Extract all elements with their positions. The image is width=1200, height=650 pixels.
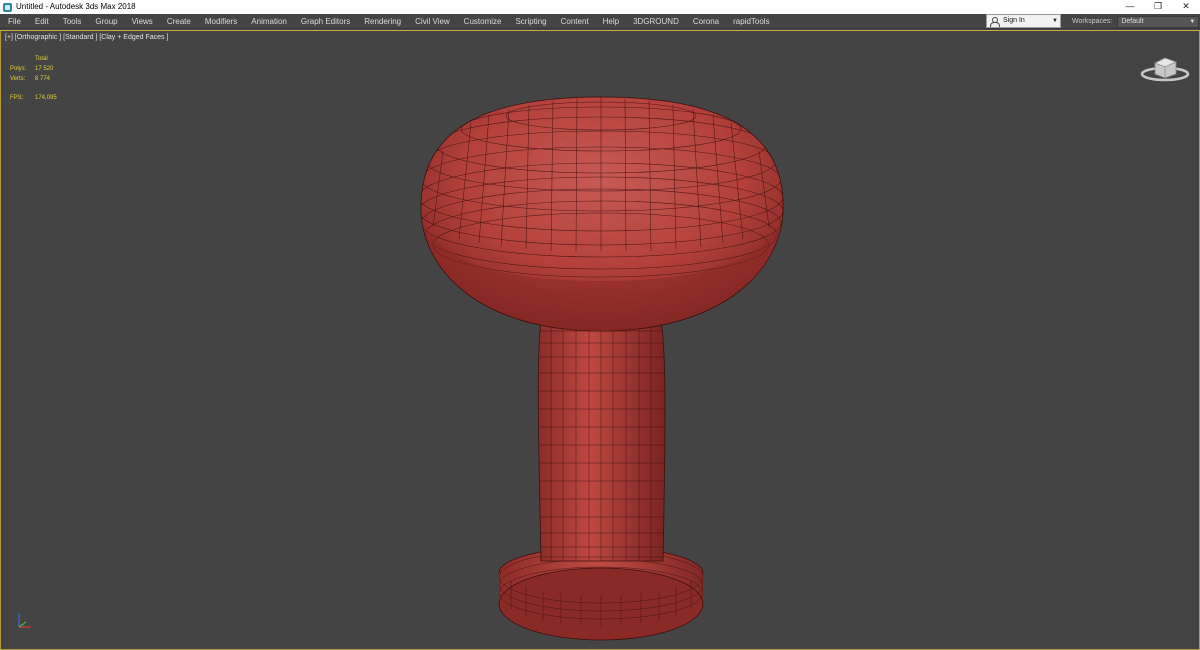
chevron-down-icon: ▼ (1189, 18, 1196, 25)
menu-file[interactable]: File (0, 14, 28, 29)
perspective-viewport[interactable]: [+] [Orthographic ] [Standard ] [Clay + … (0, 30, 1200, 650)
title-bar: Untitled - Autodesk 3ds Max 2018 — ❐ ✕ (0, 0, 1200, 14)
menu-modifiers[interactable]: Modifiers (198, 14, 244, 29)
axis-tripod-icon (18, 613, 31, 628)
stats-total-label: Total (35, 56, 48, 62)
sign-in-dropdown[interactable]: Sign In ▼ (986, 14, 1061, 28)
menu-edit[interactable]: Edit (28, 14, 56, 29)
stats-fps-label: FPS: (10, 95, 24, 101)
viewcube-icon[interactable] (1139, 49, 1191, 83)
viewport-label-menu[interactable]: [+] [Orthographic ] [Standard ] [Clay + … (5, 34, 168, 41)
minimize-button[interactable]: — (1116, 0, 1144, 14)
stats-polys-value: 17 520 (35, 66, 54, 72)
stats-fps-value: 174,095 (35, 95, 57, 101)
menu-rapidtools[interactable]: rapidTools (726, 14, 776, 29)
user-icon (990, 16, 1000, 27)
lamp-model[interactable] (401, 61, 801, 650)
close-button[interactable]: ✕ (1172, 0, 1200, 14)
restore-button[interactable]: ❐ (1144, 0, 1172, 14)
chevron-down-icon: ▼ (1052, 18, 1058, 24)
menu-views[interactable]: Views (125, 14, 160, 29)
menu-tools[interactable]: Tools (56, 14, 89, 29)
menu-civil-view[interactable]: Civil View (408, 14, 457, 29)
menu-group[interactable]: Group (88, 14, 124, 29)
menu-help[interactable]: Help (596, 14, 626, 29)
workspaces-select[interactable]: Default ▼ (1117, 15, 1200, 28)
menu-scripting[interactable]: Scripting (508, 14, 553, 29)
menu-animation[interactable]: Animation (244, 14, 294, 29)
menu-rendering[interactable]: Rendering (357, 14, 408, 29)
menu-customize[interactable]: Customize (457, 14, 509, 29)
menu-3dground[interactable]: 3DGROUND (626, 14, 686, 29)
menu-graph-editors[interactable]: Graph Editors (294, 14, 357, 29)
stats-polys-label: Polys: (10, 66, 27, 72)
viewport-statistics: Total Polys: 17 520 Verts: 8 774 FPS: 17… (10, 54, 57, 103)
stats-verts-value: 8 774 (35, 76, 51, 82)
menu-corona[interactable]: Corona (686, 14, 726, 29)
sign-in-label: Sign In (1003, 17, 1025, 24)
workspaces-label: Workspaces: (1072, 18, 1113, 25)
menu-create[interactable]: Create (160, 14, 198, 29)
workspaces-value: Default (1121, 17, 1144, 25)
lamp-shade (420, 96, 784, 332)
stats-verts-label: Verts: (10, 76, 26, 82)
menu-content[interactable]: Content (554, 14, 596, 29)
app-icon (3, 2, 12, 12)
window-title: Untitled - Autodesk 3ds Max 2018 (16, 2, 136, 11)
workspaces-control: Workspaces: Default ▼ (1072, 15, 1200, 28)
